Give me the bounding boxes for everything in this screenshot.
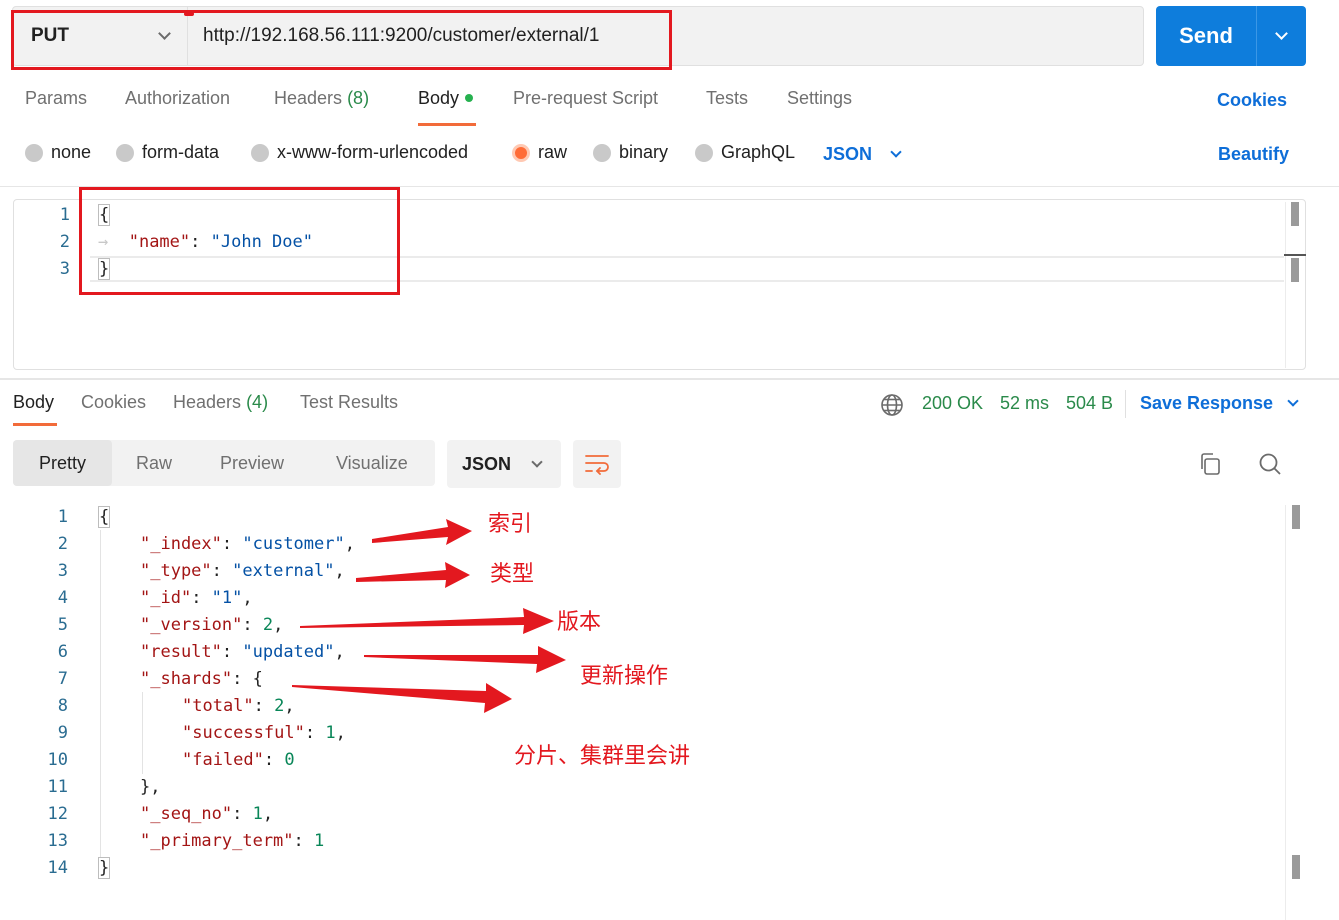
annotation-type: 类型	[490, 562, 535, 587]
annotation-shards: 分片、集群里会讲	[514, 744, 691, 769]
annotation-index: 索引	[488, 512, 533, 537]
annotation-result: 更新操作	[580, 664, 669, 689]
annotation-arrows	[292, 519, 566, 713]
annotation-version: 版本	[557, 610, 602, 635]
